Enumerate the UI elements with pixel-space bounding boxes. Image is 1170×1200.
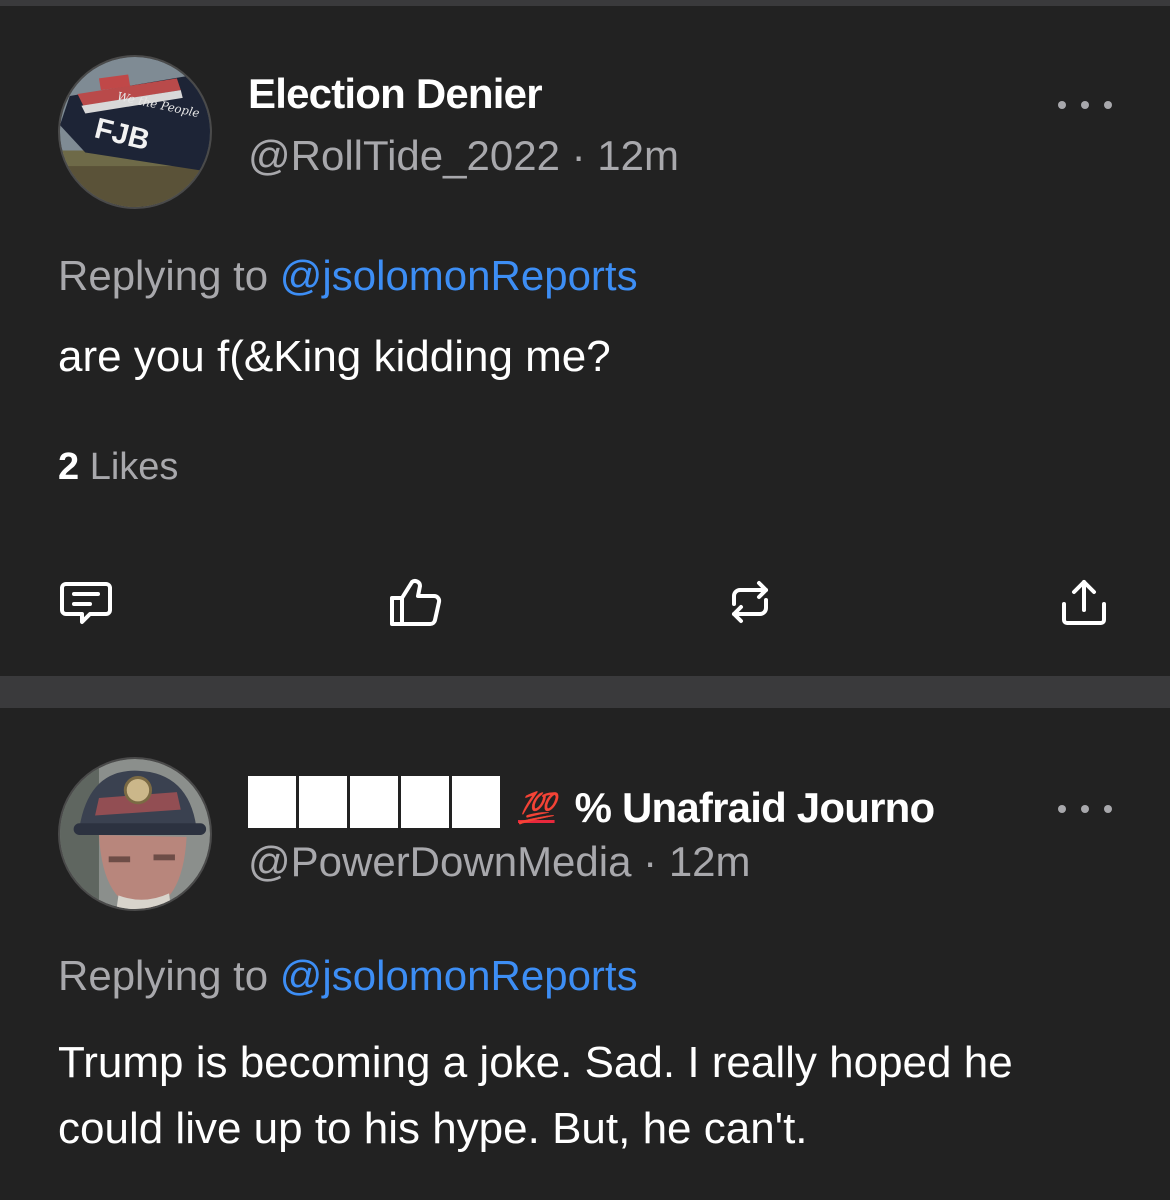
handle-line: @PowerDownMedia · 12m: [248, 838, 751, 886]
post-time: 12m: [597, 132, 679, 179]
post-text: Trump is becoming a joke. Sad. I really …: [58, 1038, 1013, 1153]
likes-count[interactable]: 2 Likes: [58, 446, 178, 489]
comment-icon: [60, 582, 112, 624]
handle[interactable]: @RollTide_2022: [248, 132, 560, 179]
post-time: 12m: [668, 838, 751, 885]
repost-icon: [732, 581, 768, 623]
more-icon[interactable]: [1058, 794, 1112, 824]
avatar[interactable]: We the People FJB: [58, 55, 212, 209]
display-name[interactable]: Election Denier: [248, 70, 543, 118]
avatar-image: [60, 759, 210, 909]
redacted-name-block: [248, 776, 500, 828]
more-icon[interactable]: [1058, 90, 1112, 120]
reply-mention-link[interactable]: @jsolomonReports: [280, 252, 638, 299]
post[interactable]: We the People FJB Election Denier @RollT…: [0, 6, 1170, 676]
meta-separator: ·: [571, 132, 586, 179]
hundred-points-icon: 💯: [518, 792, 555, 825]
share-button[interactable]: [1054, 572, 1114, 632]
repost-button[interactable]: [720, 572, 780, 632]
avatar[interactable]: [58, 757, 212, 911]
like-icon: [390, 579, 442, 626]
post[interactable]: 💯 % Unafraid Journo @PowerDownMedia · 12m…: [0, 708, 1170, 1200]
post-text: are you f(&King kidding me?: [58, 332, 611, 381]
avatar-image: We the People FJB: [60, 57, 210, 207]
reply-context: Replying to @jsolomonReports: [58, 952, 638, 1000]
like-button[interactable]: [386, 572, 446, 632]
likes-number: 2: [58, 446, 80, 488]
reply-prefix: Replying to: [58, 252, 269, 299]
comment-button[interactable]: [56, 572, 116, 632]
meta-separator: ·: [643, 838, 658, 885]
share-icon: [1062, 580, 1106, 625]
post-separator: [0, 676, 1170, 708]
handle-line: @RollTide_2022 · 12m: [248, 132, 679, 180]
display-name[interactable]: 💯 % Unafraid Journo: [248, 776, 957, 832]
reply-context: Replying to @jsolomonReports: [58, 252, 638, 300]
likes-label: Likes: [89, 446, 179, 488]
reply-prefix: Replying to: [58, 952, 269, 999]
handle[interactable]: @PowerDownMedia: [248, 838, 631, 885]
reply-mention-link[interactable]: @jsolomonReports: [280, 952, 638, 999]
display-name-text: % Unafraid Journo: [574, 784, 936, 831]
